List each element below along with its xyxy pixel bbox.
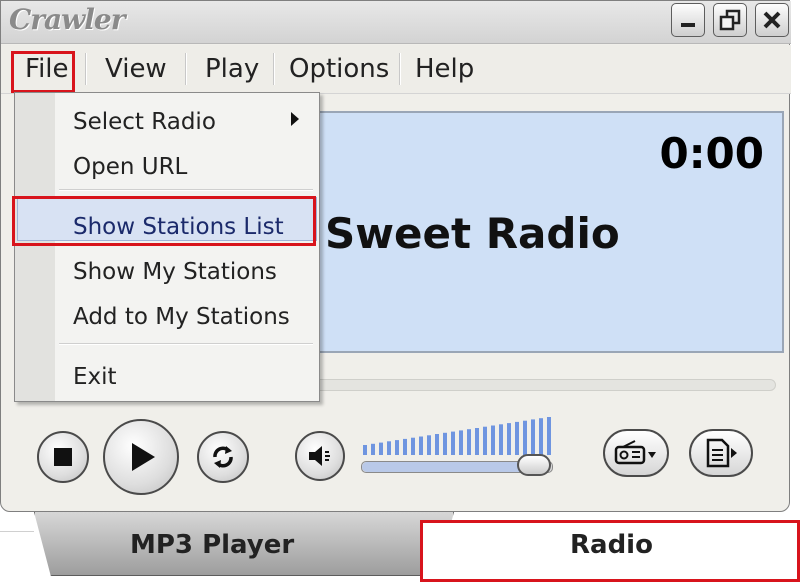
radio-dropdown-icon — [614, 440, 656, 465]
volume-bar — [467, 429, 471, 455]
volume-bar — [539, 418, 543, 455]
playlist-icon — [706, 438, 737, 468]
volume-bar — [499, 424, 503, 455]
restore-icon — [719, 9, 741, 31]
show-stations-highlight-box — [12, 196, 316, 246]
volume-bar — [371, 443, 375, 455]
volume-bar — [363, 445, 367, 455]
menu-item-select-radio[interactable]: Select Radio — [73, 109, 216, 135]
tab-mp3-player-label: MP3 Player — [130, 530, 295, 560]
volume-level-bars — [363, 417, 551, 455]
menu-help[interactable]: Help — [411, 51, 478, 87]
menu-view[interactable]: View — [101, 51, 171, 87]
app-logo: Crawler — [9, 3, 125, 36]
volume-bar — [403, 438, 407, 455]
menu-separator — [59, 343, 313, 345]
volume-bar — [427, 435, 431, 455]
station-name: Sweet Radio — [325, 209, 620, 258]
menu-item-show-my-stations[interactable]: Show My Stations — [73, 259, 277, 285]
volume-bar — [387, 441, 391, 455]
volume-bar — [443, 432, 447, 455]
menu-separator — [85, 53, 87, 85]
menu-play[interactable]: Play — [201, 51, 263, 87]
volume-bar — [523, 420, 527, 455]
volume-bar — [451, 431, 455, 455]
playlist-button[interactable] — [689, 429, 753, 477]
volume-icon — [309, 446, 330, 466]
seek-bar[interactable] — [301, 379, 776, 391]
play-button[interactable] — [103, 419, 179, 495]
repeat-icon — [213, 446, 233, 468]
file-menu-highlight-box — [11, 51, 75, 93]
menu-item-open-url[interactable]: Open URL — [73, 154, 187, 180]
volume-bar — [483, 426, 487, 455]
volume-bar — [411, 437, 415, 455]
volume-bar — [507, 423, 511, 455]
elapsed-time: 0:00 — [659, 129, 764, 178]
volume-bar — [475, 428, 479, 455]
now-playing-display: 0:00 Sweet Radio — [301, 111, 784, 353]
stop-icon — [54, 448, 72, 466]
volume-bar — [515, 421, 519, 455]
close-icon — [763, 11, 781, 29]
volume-bar — [395, 440, 399, 455]
mute-button[interactable] — [295, 431, 345, 481]
restore-button[interactable] — [713, 3, 747, 37]
volume-bar — [379, 442, 383, 455]
volume-slider-fill — [362, 462, 539, 472]
menu-separator — [273, 53, 275, 85]
tab-radio-label: Radio — [570, 530, 653, 560]
volume-bar — [419, 436, 423, 455]
play-icon — [132, 443, 155, 471]
title-bar[interactable]: Crawler — [1, 1, 791, 44]
close-button[interactable] — [755, 3, 789, 37]
menu-item-add-to-my-stations[interactable]: Add to My Stations — [73, 304, 290, 330]
menu-options[interactable]: Options — [285, 51, 393, 87]
minimize-button[interactable] — [671, 3, 705, 37]
volume-bar — [531, 419, 535, 455]
menu-gutter — [15, 93, 55, 401]
menu-bar: File View Play Options Help — [1, 45, 791, 94]
volume-bar — [459, 430, 463, 455]
stop-button[interactable] — [37, 431, 89, 483]
menu-separator — [59, 189, 313, 191]
menu-separator — [185, 53, 187, 85]
menu-item-exit[interactable]: Exit — [73, 364, 117, 390]
submenu-arrow-icon — [291, 112, 299, 126]
radio-select-button[interactable] — [603, 429, 669, 477]
background-grid-line — [0, 531, 34, 532]
volume-bar — [435, 434, 439, 455]
file-dropdown-menu: Select Radio Open URL Show Stations List… — [14, 92, 320, 402]
repeat-button[interactable] — [197, 431, 249, 483]
volume-bar — [547, 417, 551, 455]
volume-slider-handle[interactable] — [516, 454, 551, 476]
volume-bar — [491, 425, 495, 455]
minimize-icon — [681, 23, 695, 27]
menu-separator — [399, 53, 401, 85]
